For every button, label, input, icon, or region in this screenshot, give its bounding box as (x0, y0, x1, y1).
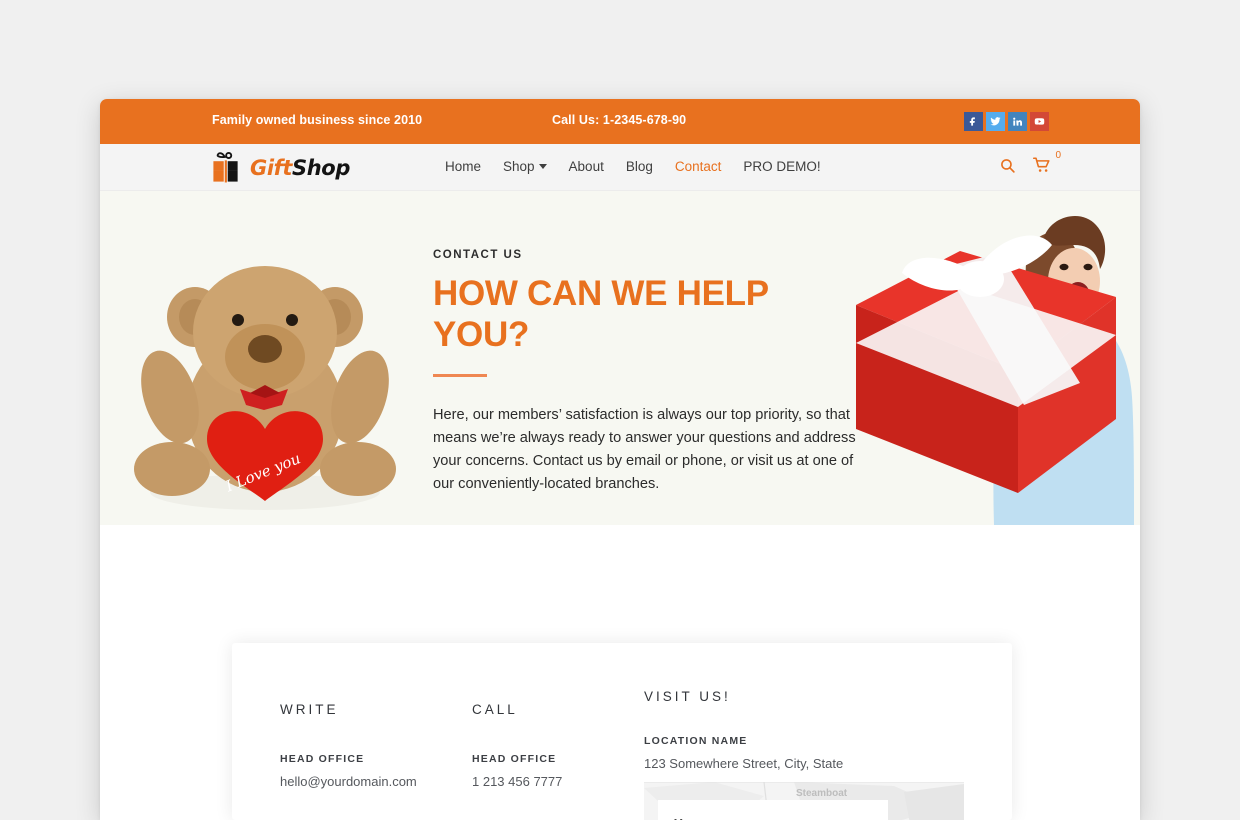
cart-count-badge: 0 (1055, 150, 1061, 161)
social-links (964, 112, 1049, 131)
shopping-cart-icon (1032, 157, 1050, 172)
section-spacer (100, 525, 1140, 643)
visit-heading: VISIT US! (644, 689, 731, 704)
contact-section: WRITE HEAD OFFICE hello@yourdomain.com C… (100, 643, 1140, 820)
search-icon[interactable] (999, 157, 1016, 174)
visit-sub-label: LOCATION NAME (644, 735, 748, 747)
map-graphic: Yampa Steamboat (644, 782, 964, 820)
nav-item-shop[interactable]: Shop (503, 159, 547, 174)
page-title: HOW CAN WE HELP YOU? (433, 274, 769, 354)
cart-button[interactable]: 0 (1032, 150, 1061, 174)
map-label-steamboat: Steamboat (796, 788, 848, 799)
call-us-text: Call Us: 1-2345-678-90 (552, 113, 687, 127)
contact-card: WRITE HEAD OFFICE hello@yourdomain.com C… (232, 643, 1012, 820)
call-phone-value[interactable]: 1 213 456 7777 (472, 774, 562, 789)
nav-item-about[interactable]: About (569, 159, 604, 174)
contact-column-call: CALL HEAD OFFICE 1 213 456 7777 (472, 702, 562, 789)
hero-body-text: Here, our members’ satisfaction is alway… (433, 407, 856, 492)
youtube-icon[interactable] (1030, 112, 1049, 131)
facebook-icon[interactable] (964, 112, 983, 131)
write-heading: WRITE (280, 702, 339, 717)
twitter-icon[interactable] (986, 112, 1005, 131)
site-navbar: GiftShop Home Shop About Blog Contact PR… (100, 144, 1140, 191)
tagline-text: Family owned business since 2010 (212, 113, 423, 127)
map-label-yampa: Yampa (674, 816, 717, 820)
nav-item-home[interactable]: Home (445, 159, 481, 174)
contact-column-visit: VISIT US! LOCATION NAME 123 Somewhere St… (644, 689, 843, 771)
visit-address-value: 123 Somewhere Street, City, State (644, 756, 844, 771)
contact-column-write: WRITE HEAD OFFICE hello@yourdomain.com (280, 702, 417, 789)
nav-shop-label: Shop (503, 159, 535, 174)
nav-item-contact[interactable]: Contact (675, 159, 722, 174)
location-map[interactable]: Yampa Steamboat (644, 782, 964, 820)
gift-box-logo-icon (213, 152, 238, 183)
hero-section: I Love you CONTACT US HOW CAN WE HELP YO… (100, 191, 1140, 525)
logo-gift-text: Gift (250, 156, 293, 180)
hero-eyebrow: CONTACT US (433, 249, 523, 261)
chevron-down-icon (538, 164, 547, 169)
logo-shop-text: Shop (292, 156, 350, 180)
linkedin-icon[interactable] (1008, 112, 1027, 131)
nav-item-blog[interactable]: Blog (626, 159, 653, 174)
browser-page: Family owned business since 2010 Call Us… (100, 99, 1140, 820)
nav-item-pro-demo[interactable]: PRO DEMO! (743, 159, 820, 174)
announcement-bar: Family owned business since 2010 Call Us… (100, 99, 1140, 144)
main-navigation: Home Shop About Blog Contact PRO DEMO! (445, 159, 821, 174)
call-sub-label: HEAD OFFICE (472, 753, 557, 765)
woman-with-gift-image (856, 215, 1134, 525)
title-underline-rule (433, 374, 487, 377)
logo-wordmark: GiftShop (250, 156, 350, 180)
write-sub-label: HEAD OFFICE (280, 753, 365, 765)
navbar-actions: 0 (999, 150, 1061, 174)
teddy-bear-image: I Love you (134, 266, 396, 510)
call-heading: CALL (472, 702, 518, 717)
site-logo[interactable]: GiftShop (210, 150, 350, 186)
hero-copy: CONTACT US HOW CAN WE HELP YOU? Here, ou… (433, 249, 863, 496)
write-email-value[interactable]: hello@yourdomain.com (280, 774, 417, 789)
